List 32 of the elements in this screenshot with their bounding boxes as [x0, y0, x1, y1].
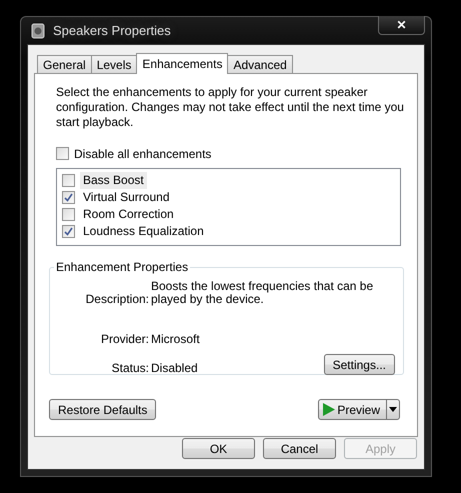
checkbox[interactable] [62, 225, 75, 238]
tab[interactable]: Advanced [227, 55, 293, 73]
play-icon [323, 403, 336, 416]
tab[interactable]: General [37, 55, 92, 73]
tab[interactable]: Enhancements [136, 53, 228, 74]
list-item[interactable]: Virtual Surround [80, 189, 172, 206]
property-label: Status: [110, 362, 149, 375]
speaker-icon [31, 22, 45, 38]
dialog-button[interactable]: Cancel [263, 438, 336, 459]
checkbox[interactable] [62, 191, 75, 204]
property-label: Description: [84, 293, 149, 306]
restore-defaults-button[interactable]: Restore Defaults [49, 399, 156, 420]
intro-text: Select the enhancements to apply for your current speaker configuration. Changes may not take effect until the next time you start playback. [56, 85, 404, 130]
property-label: Provider: [100, 333, 149, 346]
settings-button[interactable]: Settings... [324, 354, 395, 375]
list-item[interactable]: Room Correction [80, 206, 177, 223]
checkbox[interactable] [62, 174, 75, 187]
list-item[interactable]: Loudness Equalization [80, 223, 207, 240]
property-value: Disabled [151, 362, 199, 375]
checkbox[interactable] [56, 147, 69, 160]
close-button[interactable]: ✕ [378, 16, 425, 35]
group-title: Enhancement Properties [55, 260, 190, 274]
checkbox[interactable] [62, 208, 75, 221]
list-item[interactable]: Bass Boost [80, 172, 147, 189]
preview-button[interactable]: Preview [318, 399, 400, 420]
window-title: Speakers Properties [53, 23, 172, 38]
property-value: Boosts the lowest frequencies that can be played by the device. [151, 280, 374, 306]
property-value: Microsoft [151, 333, 201, 346]
caret-icon [389, 407, 397, 412]
checkbox-label: Disable all enhancements [74, 146, 212, 160]
tab[interactable]: Levels [90, 55, 138, 73]
dialog-button[interactable]: OK [182, 438, 255, 459]
